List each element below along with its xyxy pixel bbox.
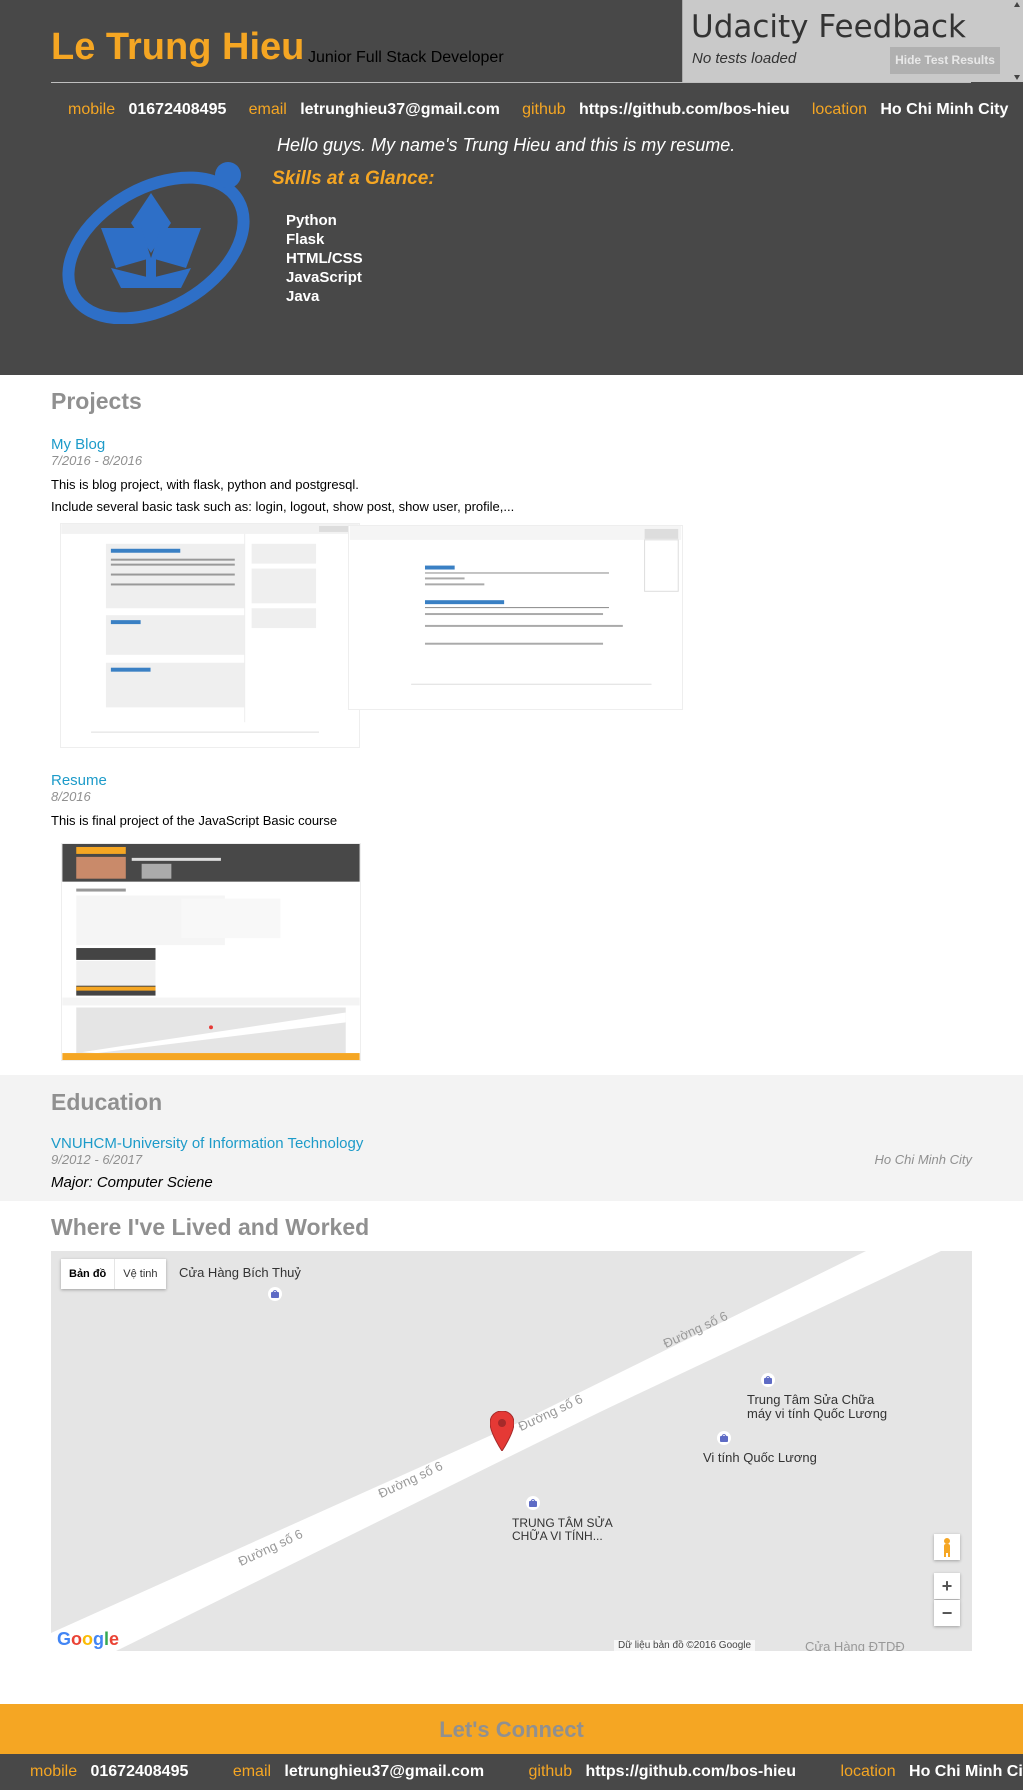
zoom-out-button[interactable]: − (934, 1600, 960, 1626)
location-value: Ho Chi Minh City (909, 1763, 1023, 1780)
hide-test-results-button[interactable]: Hide Test Results (890, 47, 1000, 74)
shopping-bag-icon[interactable] (717, 1431, 731, 1445)
github-value[interactable]: https://github.com/bos-hieu (585, 1763, 796, 1780)
email-label: email (232, 1763, 272, 1780)
map-place-label: CHỮA VI TÍNH... (512, 1529, 603, 1543)
map-place-label: Cửa Hàng Bích Thuỷ (179, 1265, 301, 1280)
map-place-label: TRUNG TÂM SỬA (512, 1516, 613, 1530)
github-value[interactable]: https://github.com/bos-hieu (579, 101, 790, 118)
mobile-value: 01672408495 (128, 101, 227, 118)
project-dates: 8/2016 (51, 789, 91, 804)
skill-item: Python (286, 212, 337, 229)
footer-band: Let's Connect (0, 1704, 1023, 1754)
skills-heading: Skills at a Glance: (272, 168, 435, 189)
shopping-bag-icon[interactable] (761, 1373, 775, 1387)
shopping-bag-icon[interactable] (268, 1287, 282, 1301)
skill-item: Flask (286, 231, 325, 248)
map-tab-satellite[interactable]: Vệ tinh (115, 1259, 165, 1289)
email-value[interactable]: letrunghieu37@gmail.com (300, 101, 500, 118)
zoom-in-button[interactable]: + (934, 1573, 960, 1599)
udacity-feedback-panel: Udacity Feedback No tests loaded Hide Te… (682, 0, 1023, 82)
skill-item: HTML/CSS (286, 250, 363, 267)
projects-heading: Projects (51, 388, 142, 414)
udacity-status: No tests loaded (692, 50, 797, 67)
map-place-label: máy vi tính Quốc Lương (747, 1406, 888, 1421)
map-roads (51, 1251, 941, 1651)
education-dates: 9/2012 - 6/2017 (51, 1152, 143, 1167)
udacity-feedback-title: Udacity Feedback (691, 9, 967, 45)
header-contacts: mobile 01672408495 email letrunghieu37@g… (68, 101, 1008, 119)
email-value[interactable]: letrunghieu37@gmail.com (284, 1763, 484, 1780)
map-copyright: Dữ liệu bản đồ ©2016 Google (614, 1640, 756, 1651)
map-place-label: Vi tính Quốc Lương (703, 1450, 817, 1465)
footer-contact-row: mobile 01672408495 email letrunghieu37@g… (30, 1763, 1023, 1781)
project-screenshot-image (348, 525, 683, 710)
map-heading: Where I've Lived and Worked (51, 1214, 370, 1240)
education-heading: Education (51, 1089, 163, 1115)
project-screenshot-image (60, 523, 360, 748)
header-divider (51, 82, 971, 83)
name-heading: Le Trung Hieu (51, 26, 305, 68)
biopic-logo-image (62, 162, 250, 324)
github-label: github (528, 1763, 573, 1780)
shopping-bag-icon[interactable] (526, 1496, 540, 1510)
google-logo: Google (57, 1629, 120, 1649)
skills-list: Python Flask HTML/CSS JavaScript Java (286, 211, 363, 306)
mobile-label: mobile (68, 101, 116, 118)
location-value: Ho Chi Minh City (880, 101, 1009, 118)
project-dates: 7/2016 - 8/2016 (51, 453, 143, 468)
pegman-icon[interactable] (934, 1534, 960, 1560)
education-location: Ho Chi Minh City (874, 1152, 972, 1167)
education-major: Major: Computer Sciene (51, 1174, 213, 1191)
map-place-label: Trung Tâm Sửa Chữa (747, 1392, 875, 1407)
email-label: email (248, 101, 287, 118)
panel-scrollbar[interactable] (1014, 2, 1020, 80)
footer-heading: Let's Connect (439, 1717, 584, 1742)
skill-item: JavaScript (286, 269, 362, 286)
map-place-label: Cửa Hàng ĐTDĐ (805, 1639, 905, 1652)
project-title-link[interactable]: Resume (51, 772, 107, 789)
project-title-link[interactable]: My Blog (51, 436, 105, 453)
map-tab-map[interactable]: Bản đồ (61, 1259, 116, 1289)
project-description: This is blog project, with flask, python… (51, 477, 359, 492)
project-description: This is final project of the JavaScript … (51, 813, 338, 828)
location-label: location (811, 101, 868, 118)
project-screenshot-image (61, 843, 361, 1061)
skill-item: Java (286, 288, 320, 305)
github-label: github (522, 101, 566, 118)
mobile-value: 01672408495 (90, 1763, 189, 1780)
mobile-label: mobile (30, 1763, 78, 1780)
location-label: location (840, 1763, 896, 1780)
welcome-message: Hello guys. My name's Trung Hieu and thi… (277, 135, 736, 155)
footer-contacts: mobile 01672408495 email letrunghieu37@g… (0, 1754, 1023, 1790)
school-link[interactable]: VNUHCM-University of Information Technol… (51, 1135, 363, 1152)
map-marker-icon[interactable] (490, 1411, 514, 1451)
project-description: Include several basic task such as: logi… (51, 499, 515, 514)
map-type-control: Bản đồ Vệ tinh (61, 1259, 166, 1289)
google-map[interactable]: Bản đồ Vệ tinh Cửa Hàng Bích Thuỷ Trung … (51, 1251, 972, 1651)
role-subtitle: Junior Full Stack Developer (308, 49, 504, 66)
